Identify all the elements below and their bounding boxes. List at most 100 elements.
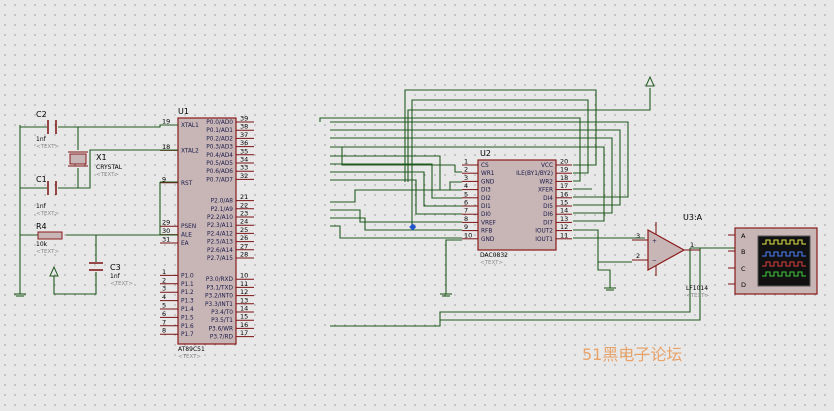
u2-pin-label: DI6 [543, 212, 553, 218]
u1-pin-number: 11 [240, 280, 248, 288]
u2-pin-number: 13 [560, 215, 568, 223]
u1-pin-number: 14 [240, 305, 248, 313]
u1-pin-label: P2.1/A9 [211, 207, 234, 213]
u1-pin-number: 3 [162, 285, 166, 293]
u2-pin-label: WR1 [481, 171, 495, 177]
u2-pin-number: 12 [560, 223, 568, 231]
u1-pin-number: 33 [240, 164, 248, 172]
u1-pin-label: P0.2/AD2 [206, 136, 233, 142]
u1-pin-label: P3.2/INT0 [205, 294, 233, 300]
u1-text-placeholder: <TEXT> [178, 354, 201, 360]
u2-part: DAC0832 [480, 252, 508, 259]
x1-value: CRYSTAL [96, 164, 123, 171]
watermark-text: 51黑电子论坛 [582, 345, 682, 364]
u1-pin-label: P3.1/TXD [206, 285, 233, 291]
u3-text-placeholder: <TEXT> [686, 293, 709, 299]
u1-pin-label: P0.7/AD7 [206, 177, 233, 183]
u1-pin-number: 32 [240, 172, 248, 180]
c2-text-placeholder: <TEXT> [36, 144, 59, 150]
u2-pin-number: 6 [464, 199, 468, 207]
r4-ref: R4 [36, 222, 47, 231]
u2-pin-label: IOUT1 [535, 237, 553, 243]
scope-channel-c: C [741, 265, 746, 273]
u1-pin-number: 17 [240, 329, 248, 337]
u2-pin-number: 5 [464, 190, 468, 198]
grid-background [0, 0, 834, 411]
u1-pin-label: P2.6/A14 [207, 248, 233, 254]
u2-pin-label: DI0 [481, 212, 491, 218]
u1-pin-label: EA [181, 241, 189, 247]
u1-pin-label: P1.6 [181, 324, 194, 330]
c1-value: 1nf [36, 203, 47, 210]
resistor-r4 [37, 231, 63, 240]
u2-pin-number: 16 [560, 190, 568, 198]
u2-pin-label: DI5 [543, 204, 553, 210]
opamp-plus: + [652, 239, 657, 245]
u1-ref: U1 [178, 107, 189, 116]
u1-pin-number: 16 [240, 321, 248, 329]
u2-pin-number: 18 [560, 174, 568, 182]
c2-value: 1nf [36, 136, 47, 143]
u2-pin-label: GND [481, 237, 495, 243]
u1-pin-number: 27 [240, 242, 248, 250]
u1-pin-number: 8 [162, 327, 166, 335]
u1-pin-label: PSEN [181, 224, 196, 230]
u2-pin-label: RFB [481, 229, 492, 235]
u1-pin-number: 21 [240, 193, 248, 201]
u1-pin-label: P3.7/RD [210, 335, 234, 341]
u1-pin-label: P2.5/A13 [207, 240, 233, 246]
u1-pin-number: 12 [240, 288, 248, 296]
u2-pin-label: VCC [541, 163, 553, 169]
u1-pin-label: P2.2/A10 [207, 215, 233, 221]
u1-pin-label: P3.4/T0 [211, 310, 233, 316]
u1-pin-number: 15 [240, 313, 248, 321]
u1-pin-number: 2 [162, 276, 166, 284]
u1-pin-label: P1.1 [181, 282, 194, 288]
u1-pin-number: 36 [240, 139, 248, 147]
u1-part: AT89C51 [178, 346, 205, 353]
c1-ref: C1 [36, 175, 47, 184]
u1-pin-number: 30 [162, 227, 170, 235]
u1-pin-label: ALE [181, 233, 192, 239]
u1-pin-number: 29 [162, 219, 170, 227]
u2-pin-number: 3 [464, 174, 468, 182]
u2-pin-number: 9 [464, 223, 468, 231]
u2-ref: U2 [480, 149, 491, 158]
u1-pin-number: 23 [240, 210, 248, 218]
u1-pin-label: P1.3 [181, 299, 194, 305]
u2-pin-number: 11 [560, 231, 568, 239]
u1-pin-number: 5 [162, 302, 166, 310]
u1-pin-label: P0.6/AD6 [206, 169, 233, 175]
u2-pin-number: 14 [560, 207, 568, 215]
u1-pin-label: P0.5/AD5 [206, 161, 233, 167]
u1-pin-number: 6 [162, 310, 166, 318]
u1-pin-number: 7 [162, 318, 166, 326]
u1-pin-label: P1.2 [181, 290, 194, 296]
u2-pin-label: VREF [481, 220, 496, 226]
u1-pin-number: 19 [162, 118, 170, 126]
u2-pin-number: 4 [464, 182, 468, 190]
u1-pin-number: 37 [240, 131, 248, 139]
u3-part: LF1014 [686, 285, 708, 292]
oscilloscope[interactable]: A B C D [728, 227, 818, 295]
c1-text-placeholder: <TEXT> [36, 211, 59, 217]
r4-text-placeholder: <TEXT> [36, 249, 59, 255]
u1-pin-label: XTAL2 [181, 148, 199, 154]
u2-pin-number: 17 [560, 182, 568, 190]
scope-channel-b: B [741, 248, 745, 256]
u2-dac[interactable]: U2 DAC0832 <TEXT> 1 CS 2 WR1 3 GND 4 DI3 5 DI2 6 DI… [462, 149, 572, 266]
u1-pin-label: P1.7 [181, 332, 194, 338]
u2-pin-number: 20 [560, 158, 568, 166]
u1-pin-number: 22 [240, 201, 248, 209]
u1-pin-number: 28 [240, 251, 248, 259]
u1-pin-label: RST [181, 181, 193, 187]
u1-pin-label: XTAL1 [181, 123, 199, 129]
u2-pin-label: DI3 [481, 188, 491, 194]
u1-pin-number: 31 [162, 236, 170, 244]
u2-pin-label: ILE(BY1/BY2) [516, 171, 553, 177]
u1-pin-label: P1.0 [181, 273, 194, 279]
u1-pin-label: P3.3/INT1 [205, 302, 233, 308]
x1-ref: X1 [96, 153, 107, 162]
u1-pin-number: 39 [240, 115, 248, 123]
u2-pin-number: 8 [464, 215, 468, 223]
